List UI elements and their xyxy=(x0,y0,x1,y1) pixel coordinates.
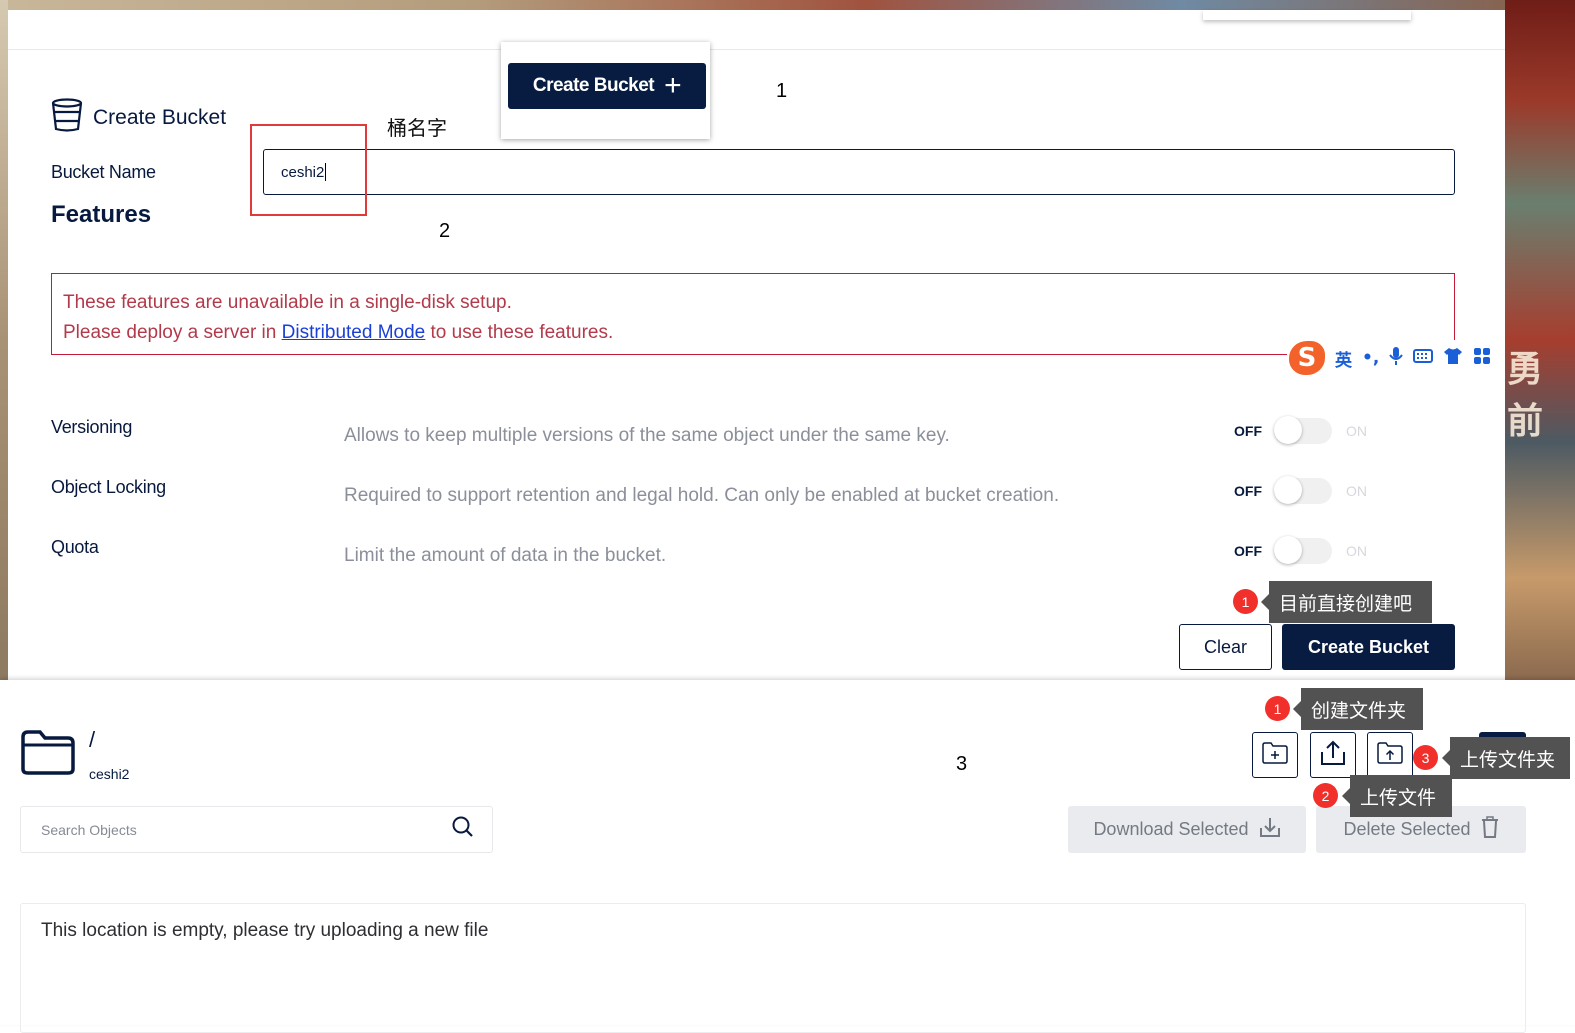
versioning-description: Allows to keep multiple versions of the … xyxy=(344,425,950,446)
search-icon[interactable] xyxy=(452,816,474,843)
ime-language-toggle[interactable]: 英 xyxy=(1335,346,1352,371)
toggle-on-label: ON xyxy=(1346,483,1367,499)
annotation-number-1: 1 xyxy=(776,80,788,102)
create-folder-button[interactable] xyxy=(1252,732,1298,778)
versioning-toggle[interactable]: OFF ON xyxy=(1234,416,1367,444)
background-left-edge xyxy=(0,0,8,680)
tooltip-create-now: 目前直接创建吧 xyxy=(1261,581,1432,623)
delete-selected-label: Delete Selected xyxy=(1343,819,1471,839)
keyboard-icon[interactable] xyxy=(1413,348,1434,369)
tooltip-badge: 1 xyxy=(1265,696,1290,721)
create-bucket-popup: Create Bucket + xyxy=(501,42,710,139)
tooltip-badge: 3 xyxy=(1413,745,1438,770)
annotation-highlight-box xyxy=(250,124,367,216)
shirt-icon[interactable] xyxy=(1443,347,1463,370)
annotation-number-3: 3 xyxy=(956,753,968,775)
mic-icon[interactable] xyxy=(1389,346,1404,371)
upload-icon xyxy=(1320,740,1346,771)
search-objects-input[interactable]: Search Objects xyxy=(20,806,493,853)
folder-icon xyxy=(20,729,76,780)
create-bucket-header-button[interactable]: Create Bucket + xyxy=(508,63,706,109)
empty-message: This location is empty, please try uploa… xyxy=(41,920,489,941)
bucket-subtitle: ceshi2 xyxy=(89,766,130,782)
toggle-knob xyxy=(1274,416,1302,444)
toggle-track[interactable] xyxy=(1274,416,1332,444)
divider xyxy=(8,49,1505,50)
upload-file-button[interactable] xyxy=(1310,732,1356,778)
breadcrumb-path[interactable]: / xyxy=(89,727,95,753)
tooltip-create-folder: 创建文件夹 xyxy=(1293,688,1423,730)
tooltip-upload-folder: 上传文件夹 xyxy=(1442,737,1570,779)
bucket-name-label: Bucket Name xyxy=(51,162,156,182)
toggle-track[interactable] xyxy=(1274,476,1332,504)
quota-description: Limit the amount of data in the bucket. xyxy=(344,545,667,566)
annotation-bucket-name: 桶名字 xyxy=(387,116,447,140)
features-title: Features xyxy=(51,201,152,228)
empty-objects-area: This location is empty, please try uploa… xyxy=(20,903,1526,1033)
toggle-on-label: ON xyxy=(1346,423,1367,439)
object-locking-description: Required to support retention and legal … xyxy=(344,485,1060,506)
object-locking-toggle[interactable]: OFF ON xyxy=(1234,476,1367,504)
tooltip-badge: 1 xyxy=(1233,589,1258,614)
ime-punctuation-toggle[interactable]: •, xyxy=(1362,348,1379,368)
toggle-on-label: ON xyxy=(1346,543,1367,559)
versioning-label: Versioning xyxy=(51,417,133,437)
tooltip-upload-file: 上传文件 xyxy=(1342,775,1452,817)
upload-folder-icon xyxy=(1377,741,1403,769)
object-locking-label: Object Locking xyxy=(51,477,166,497)
upload-folder-button[interactable] xyxy=(1367,732,1413,778)
top-tab-stub xyxy=(1203,10,1411,20)
distributed-mode-link[interactable]: Distributed Mode xyxy=(282,322,426,343)
background-banner-text: 勇前 xyxy=(1507,348,1543,442)
trash-icon xyxy=(1481,816,1499,843)
annotation-number-2: 2 xyxy=(439,220,451,242)
download-selected-button[interactable]: Download Selected xyxy=(1068,806,1306,853)
clear-button[interactable]: Clear xyxy=(1179,624,1272,670)
create-bucket-title: Create Bucket xyxy=(93,105,227,129)
toggle-knob xyxy=(1274,536,1302,564)
warning-line-1: These features are unavailable in a sing… xyxy=(63,292,512,313)
quota-label: Quota xyxy=(51,537,99,557)
warning-line-2-suffix: to use these features. xyxy=(425,322,614,343)
download-selected-label: Download Selected xyxy=(1093,819,1249,839)
bucket-icon xyxy=(51,98,83,137)
create-bucket-heading: Create Bucket xyxy=(51,98,226,137)
bucket-name-input[interactable]: ceshi2 xyxy=(263,149,1455,195)
tooltip-badge: 2 xyxy=(1313,783,1338,808)
warning-line-2: Please deploy a server in Distributed Mo… xyxy=(63,318,1443,348)
toggle-knob xyxy=(1274,476,1302,504)
background-right-edge: 勇前 xyxy=(1505,0,1575,680)
quota-toggle[interactable]: OFF ON xyxy=(1234,536,1367,564)
sogou-logo-icon[interactable]: S xyxy=(1289,341,1325,375)
download-icon xyxy=(1259,816,1281,843)
search-placeholder: Search Objects xyxy=(41,821,137,838)
toggle-track[interactable] xyxy=(1274,536,1332,564)
features-warning: These features are unavailable in a sing… xyxy=(51,273,1455,355)
warning-line-2-prefix: Please deploy a server in xyxy=(63,322,282,343)
grid-icon[interactable] xyxy=(1473,347,1491,370)
toggle-off-label: OFF xyxy=(1234,543,1262,559)
create-bucket-button[interactable]: Create Bucket xyxy=(1282,624,1455,670)
toggle-off-label: OFF xyxy=(1234,423,1262,439)
create-bucket-header-label: Create Bucket xyxy=(532,75,655,96)
toggle-off-label: OFF xyxy=(1234,483,1262,499)
ime-toolbar: S 英 •, xyxy=(1287,340,1505,376)
plus-icon: + xyxy=(664,69,682,102)
add-folder-icon xyxy=(1262,741,1288,769)
